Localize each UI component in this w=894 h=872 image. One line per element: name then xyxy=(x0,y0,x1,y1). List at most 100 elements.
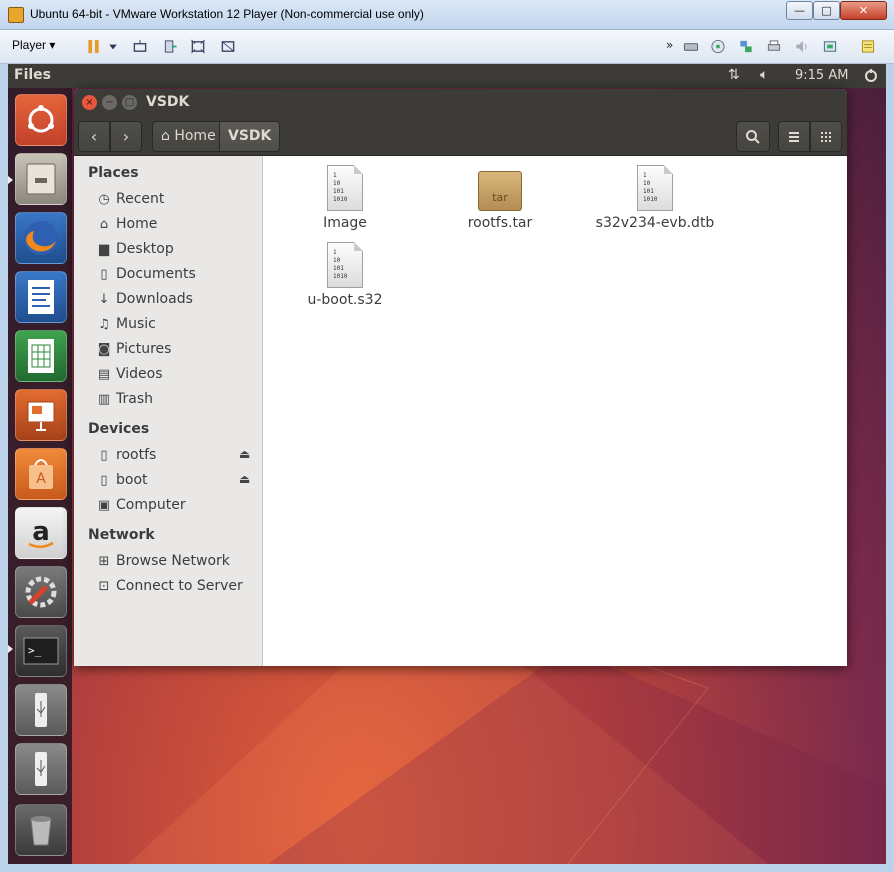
launcher-calc-icon[interactable] xyxy=(15,330,67,382)
home-icon: ⌂ xyxy=(99,217,109,232)
launcher-usb-drive-icon[interactable] xyxy=(15,684,67,736)
sound-card-icon[interactable] xyxy=(794,39,810,54)
sidebar-item-label: Home xyxy=(116,216,158,232)
launcher-impress-icon[interactable] xyxy=(15,389,67,441)
sidebar-item-label: boot xyxy=(116,472,148,488)
ubuntu-top-panel: Files ⇅ 🔈︎ 9:15 AM xyxy=(8,64,886,88)
file-item[interactable]: tar rootfs.tar xyxy=(435,165,565,231)
camera-icon: ◙ xyxy=(97,342,111,357)
film-icon: ▤ xyxy=(97,367,111,382)
pause-dropdown-icon[interactable] xyxy=(108,39,118,54)
unity-icon[interactable] xyxy=(220,39,236,54)
cd-dvd-icon[interactable] xyxy=(710,39,726,54)
sidebar-item-label: Downloads xyxy=(116,291,193,307)
power-gear-icon[interactable] xyxy=(863,68,879,84)
network-indicator-icon[interactable]: ⇅ xyxy=(728,67,740,83)
menu-icon xyxy=(789,132,799,142)
files-window: × − □ VSDK ‹ › ⌂ Home VSDK Places ◷ Recen… xyxy=(74,89,847,666)
unity-launcher: A a >_ xyxy=(8,88,72,864)
document-icon: ▯ xyxy=(100,267,108,282)
trash-icon: ▥ xyxy=(97,392,111,407)
sidebar-item-computer[interactable]: ▣ Computer xyxy=(96,497,186,517)
network-adapter-icon[interactable] xyxy=(738,39,754,54)
sidebar-item-label: Computer xyxy=(116,497,186,513)
removable-devices-icon[interactable] xyxy=(162,39,178,54)
window-maximize-icon[interactable]: □ xyxy=(122,95,137,110)
binary-file-icon-text: 1 10 101 1010 xyxy=(643,172,658,203)
binary-file-icon: 1 10 101 1010 xyxy=(637,165,673,211)
window-close-icon[interactable]: × xyxy=(82,95,97,110)
file-name: s32v234-evb.dtb xyxy=(595,215,715,231)
sidebar-item-home[interactable]: ⌂ Home xyxy=(96,216,157,236)
binary-file-icon: 1 10 101 1010 xyxy=(327,242,363,288)
sidebar-item-downloads[interactable]: ↓ Downloads xyxy=(96,291,193,311)
svg-text:a: a xyxy=(32,517,50,547)
launcher-settings-icon[interactable] xyxy=(15,566,67,618)
forward-button[interactable]: › xyxy=(110,121,142,152)
launcher-amazon-icon[interactable]: a xyxy=(15,507,67,559)
launcher-dash-icon[interactable] xyxy=(15,94,67,146)
drive-icon: ▯ xyxy=(100,473,108,488)
minimize-button[interactable]: — xyxy=(786,1,813,20)
clock[interactable]: 9:15 AM xyxy=(795,68,848,83)
launcher-trash-icon[interactable] xyxy=(15,804,67,856)
volume-indicator-icon[interactable]: 🔈︎ xyxy=(760,67,768,83)
sidebar-item-connect-server[interactable]: ⊡ Connect to Server xyxy=(96,578,243,598)
file-name: u-boot.s32 xyxy=(307,292,383,308)
list-view-button[interactable] xyxy=(778,121,810,152)
sidebar-item-music[interactable]: ♫ Music xyxy=(96,316,156,336)
close-button[interactable]: ✕ xyxy=(840,1,887,20)
sidebar-item-rootfs[interactable]: ▯ rootfs xyxy=(96,447,156,467)
sidebar-item-recent[interactable]: ◷ Recent xyxy=(96,191,164,211)
sidebar-item-label: Pictures xyxy=(116,341,172,357)
sidebar-item-browse-network[interactable]: ⊞ Browse Network xyxy=(96,553,230,573)
grid-icon xyxy=(821,132,831,142)
usb-controller-icon[interactable] xyxy=(822,39,838,54)
file-item[interactable]: 1 10 101 1010 s32v234-evb.dtb xyxy=(590,165,720,231)
hard-disk-icon[interactable] xyxy=(683,39,699,54)
grid-view-button[interactable] xyxy=(810,121,842,152)
sidebar-item-label: Recent xyxy=(116,191,165,207)
file-view: 1 10 101 1010 Image tar rootfs.tar 1 10 … xyxy=(263,156,847,666)
vm-toolbar: Player ▾ » xyxy=(0,30,894,64)
sidebar-item-pictures[interactable]: ◙ Pictures xyxy=(96,341,172,361)
send-keys-icon[interactable] xyxy=(132,39,148,54)
file-name: Image xyxy=(323,215,367,231)
pause-icon[interactable] xyxy=(86,39,102,54)
file-item[interactable]: 1 10 101 1010 u-boot.s32 xyxy=(280,242,410,308)
launcher-writer-icon[interactable] xyxy=(15,271,67,323)
launcher-running-pip xyxy=(8,645,13,653)
sidebar-item-boot[interactable]: ▯ boot xyxy=(96,472,148,492)
sidebar-item-videos[interactable]: ▤ Videos xyxy=(96,366,163,386)
launcher-running-pip xyxy=(8,176,13,184)
file-item[interactable]: 1 10 101 1010 Image xyxy=(280,165,410,231)
breadcrumb-home-label: Home xyxy=(174,128,216,144)
eject-icon[interactable]: ⏏ xyxy=(239,447,250,461)
search-icon xyxy=(746,130,760,144)
active-app-name: Files xyxy=(14,67,51,83)
more-devices-chevron-icon[interactable]: » xyxy=(666,38,673,52)
music-icon: ♫ xyxy=(98,317,110,332)
sidebar-item-documents[interactable]: ▯ Documents xyxy=(96,266,195,286)
maximize-button[interactable]: □ xyxy=(813,1,840,20)
breadcrumb-current[interactable]: VSDK xyxy=(219,121,281,152)
fullscreen-icon[interactable] xyxy=(190,39,206,54)
player-menu-button[interactable]: Player ▾ xyxy=(12,38,55,52)
launcher-terminal-icon[interactable]: >_ xyxy=(15,625,67,677)
printer-icon[interactable] xyxy=(766,39,782,54)
eject-icon[interactable]: ⏏ xyxy=(239,472,250,486)
drive-icon: ▯ xyxy=(100,448,108,463)
sidebar-item-trash[interactable]: ▥ Trash xyxy=(96,391,153,411)
sidebar-item-desktop[interactable]: ▆ Desktop xyxy=(96,241,174,261)
breadcrumb-home[interactable]: ⌂ Home xyxy=(152,121,225,152)
sidebar-item-label: Desktop xyxy=(116,241,174,257)
search-button[interactable] xyxy=(736,121,770,152)
launcher-software-center-icon[interactable]: A xyxy=(15,448,67,500)
launcher-firefox-icon[interactable] xyxy=(15,212,67,264)
launcher-usb-drive-icon[interactable] xyxy=(15,743,67,795)
files-toolbar: ‹ › ⌂ Home VSDK xyxy=(74,116,847,156)
message-log-icon[interactable] xyxy=(860,39,876,54)
launcher-files-icon[interactable] xyxy=(15,153,67,205)
window-minimize-icon[interactable]: − xyxy=(102,95,117,110)
back-button[interactable]: ‹ xyxy=(78,121,110,152)
